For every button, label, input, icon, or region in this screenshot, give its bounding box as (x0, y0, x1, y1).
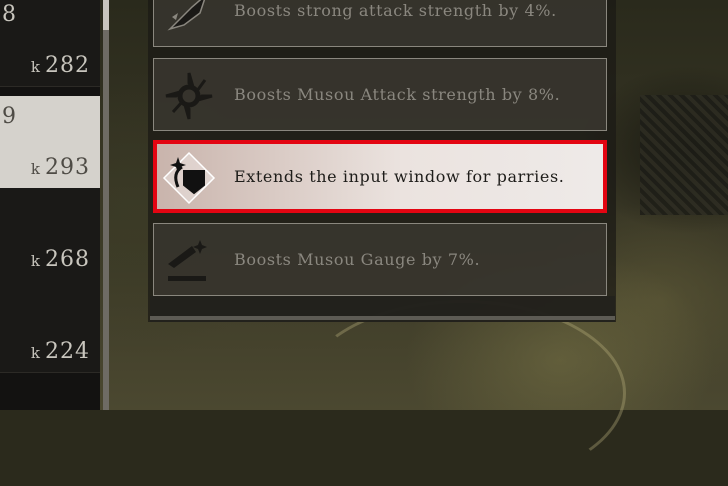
skill-description: Boosts Musou Gauge by 7%. (234, 250, 481, 269)
strong-attack-icon (167, 0, 206, 31)
stat-list-scrollbar[interactable] (103, 0, 109, 410)
skill-row[interactable]: Boosts Musou Gauge by 7%. (153, 223, 607, 296)
map-road (300, 300, 626, 486)
skill-description: Extends the input window for parries. (234, 167, 565, 186)
skill-row-selected[interactable]: Extends the input window for parries. (153, 140, 607, 213)
stat-row-selected[interactable]: 9 k 293 (0, 96, 100, 189)
stat-row-label: 8 (2, 2, 16, 27)
map-fortress (640, 95, 728, 215)
stat-row[interactable]: k 224 (0, 280, 100, 373)
stat-row-value: k 224 (30, 339, 90, 364)
skill-row[interactable]: Boosts strong attack strength by 4%. (153, 0, 607, 47)
scrollbar-thumb[interactable] (103, 0, 109, 30)
character-stat-list: 8 k 282 9 k 293 k 268 k 224 (0, 0, 100, 410)
stat-row-value: k 268 (30, 247, 90, 272)
skill-row[interactable]: Boosts Musou Attack strength by 8%. (153, 58, 607, 131)
parry-shield-icon (162, 151, 216, 205)
panel-bottom-edge (150, 316, 615, 320)
skill-description: Boosts Musou Attack strength by 8%. (234, 85, 561, 104)
stat-row-label: 9 (2, 104, 16, 129)
stat-row[interactable]: k 268 (0, 188, 100, 281)
stat-row-value: k 282 (30, 53, 90, 78)
musou-gauge-icon (168, 240, 207, 281)
stat-row[interactable]: 8 k 282 (0, 0, 100, 87)
skill-description: Boosts strong attack strength by 4%. (234, 1, 557, 20)
musou-attack-icon (165, 72, 213, 120)
stat-row-value: k 293 (30, 155, 90, 180)
